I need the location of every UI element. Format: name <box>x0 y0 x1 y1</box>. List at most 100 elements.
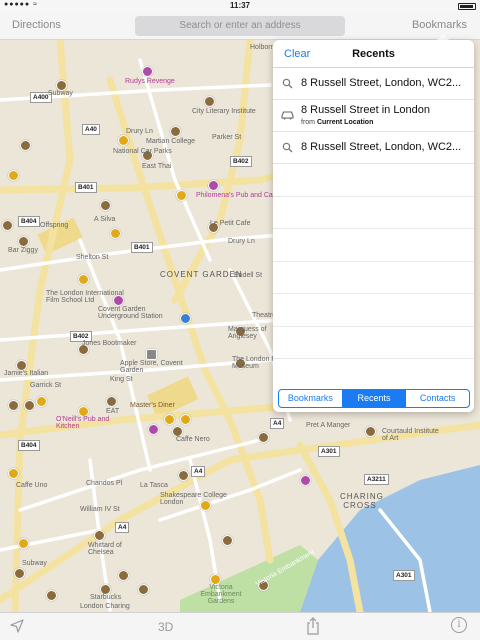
map-label: Endell St <box>234 272 263 279</box>
map-label: Apple Store, Covent Garden <box>120 360 183 374</box>
poi-pin[interactable] <box>148 424 159 435</box>
info-pin[interactable] <box>180 313 191 324</box>
poi-pin[interactable] <box>365 426 376 437</box>
road-shield: A301 <box>393 570 415 581</box>
map-label: Whittard of Chelsea <box>88 542 122 556</box>
empty-row <box>273 327 474 359</box>
recent-item-subtitle: from Current Location <box>301 119 374 126</box>
map-label: National Car Parks <box>113 148 172 155</box>
road-shield: B404 <box>18 440 40 451</box>
poi-pin[interactable] <box>208 180 219 191</box>
map-label: Offspring <box>40 222 69 229</box>
poi-pin[interactable] <box>18 538 29 549</box>
poi-pin[interactable] <box>14 568 25 579</box>
info-button[interactable]: i <box>451 617 467 633</box>
recents-segmented-control: Bookmarks Recents Contacts <box>278 389 470 408</box>
poi-pin[interactable] <box>110 228 121 239</box>
poi-pin[interactable] <box>46 590 57 601</box>
map-label: O'Neill's Pub and Kitchen <box>56 416 110 430</box>
poi-pin[interactable] <box>8 468 19 479</box>
tab-bookmarks[interactable]: Bookmarks <box>279 390 343 407</box>
recent-item-title: 8 Russell Street, London, WC2... <box>301 77 462 89</box>
map-label: London Charing <box>80 603 130 610</box>
road-shield: A3211 <box>364 474 389 485</box>
bottom-toolbar: 3D i <box>0 612 480 640</box>
road-shield: A4 <box>191 466 206 477</box>
recent-item-title: 8 Russell Street, London, WC2... <box>301 141 462 153</box>
map-label: Philomena's Pub and Cafe <box>196 192 279 199</box>
empty-row <box>273 262 474 294</box>
top-navbar: Directions Search or enter an address Bo… <box>0 12 480 40</box>
poi-pin[interactable] <box>24 400 35 411</box>
map-label: Parker St <box>212 134 242 141</box>
3d-button[interactable]: 3D <box>158 620 173 634</box>
recent-item[interactable]: 8 Russell Street, London, WC2... <box>273 132 474 164</box>
poi-pin[interactable] <box>222 535 233 546</box>
poi-pin[interactable] <box>18 236 29 247</box>
map-label: Drury Ln <box>228 238 255 245</box>
road-shield: A4 <box>115 522 130 533</box>
poi-pin[interactable] <box>142 66 153 77</box>
map-label: Subway <box>22 560 47 567</box>
poi-pin[interactable] <box>164 414 175 425</box>
map-label: Drury Ln <box>126 128 153 135</box>
status-time: 11:37 <box>229 1 251 10</box>
poi-pin[interactable] <box>20 140 31 151</box>
map-label: Shakespeare College London <box>160 492 227 506</box>
poi-pin[interactable] <box>94 530 105 541</box>
map-label: EAT <box>106 408 120 415</box>
poi-pin[interactable] <box>176 190 187 201</box>
search-icon <box>281 142 293 154</box>
poi-pin[interactable] <box>204 96 215 107</box>
bookmarks-button[interactable]: Bookmarks <box>412 19 467 31</box>
map-label: The London International Film School Ltd <box>46 290 124 304</box>
map-label: King St <box>110 376 133 383</box>
poi-pin[interactable] <box>106 396 117 407</box>
road-shield: B404 <box>18 216 40 227</box>
poi-pin[interactable] <box>180 414 191 425</box>
tab-contacts[interactable]: Contacts <box>406 390 469 407</box>
map-label: Jamie's Italian <box>4 370 49 377</box>
poi-pin[interactable] <box>118 570 129 581</box>
recents-list: 8 Russell Street, London, WC2... 8 Russe… <box>273 68 474 359</box>
road-shield: A4 <box>270 418 285 429</box>
road-shield: A301 <box>318 446 340 457</box>
poi-pin[interactable] <box>78 274 89 285</box>
poi-pin[interactable] <box>8 170 19 181</box>
recent-item-title: 8 Russell Street in London <box>301 104 431 116</box>
map-label: Starbucks <box>90 594 122 601</box>
map-label: Covent Garden Underground Station <box>98 306 163 320</box>
road-shield: B401 <box>75 182 97 193</box>
directions-button[interactable]: Directions <box>12 19 61 31</box>
poi-pin[interactable] <box>118 135 129 146</box>
poi-pin[interactable] <box>258 432 269 443</box>
poi-pin[interactable] <box>100 200 111 211</box>
poi-pin[interactable] <box>8 400 19 411</box>
map-label: Chandos Pl <box>86 480 123 487</box>
apple-store-pin[interactable] <box>146 349 157 360</box>
map-label: Martian College <box>146 138 196 145</box>
map-label: Caffe Nero <box>176 436 210 443</box>
road-shield: B402 <box>230 156 252 167</box>
poi-pin[interactable] <box>170 126 181 137</box>
search-input[interactable]: Search or enter an address <box>135 16 345 36</box>
share-icon[interactable] <box>306 617 320 640</box>
recent-item[interactable]: 8 Russell Street in London from Current … <box>273 100 474 132</box>
location-arrow-icon[interactable] <box>10 619 24 638</box>
poi-pin[interactable] <box>178 470 189 481</box>
map-label: COVENT GARDEN <box>160 270 243 279</box>
status-bar: ●●●●● ≈ 11:37 <box>0 0 480 12</box>
popover-title: Recents <box>352 48 395 60</box>
poi-pin[interactable] <box>36 396 47 407</box>
poi-pin[interactable] <box>300 475 311 486</box>
tab-recents[interactable]: Recents <box>342 390 407 407</box>
map-label: Pret A Manger <box>306 422 351 429</box>
map-label: La Tasca <box>140 482 168 489</box>
recents-popover: Clear Recents 8 Russell Street, London, … <box>273 40 474 412</box>
recent-item[interactable]: 8 Russell Street, London, WC2... <box>273 68 474 100</box>
map-label: City Literary Institute <box>192 108 256 115</box>
poi-pin[interactable] <box>138 584 149 595</box>
poi-pin[interactable] <box>2 220 13 231</box>
popover-header: Clear Recents <box>273 40 474 68</box>
road-shield: A40 <box>82 124 100 135</box>
